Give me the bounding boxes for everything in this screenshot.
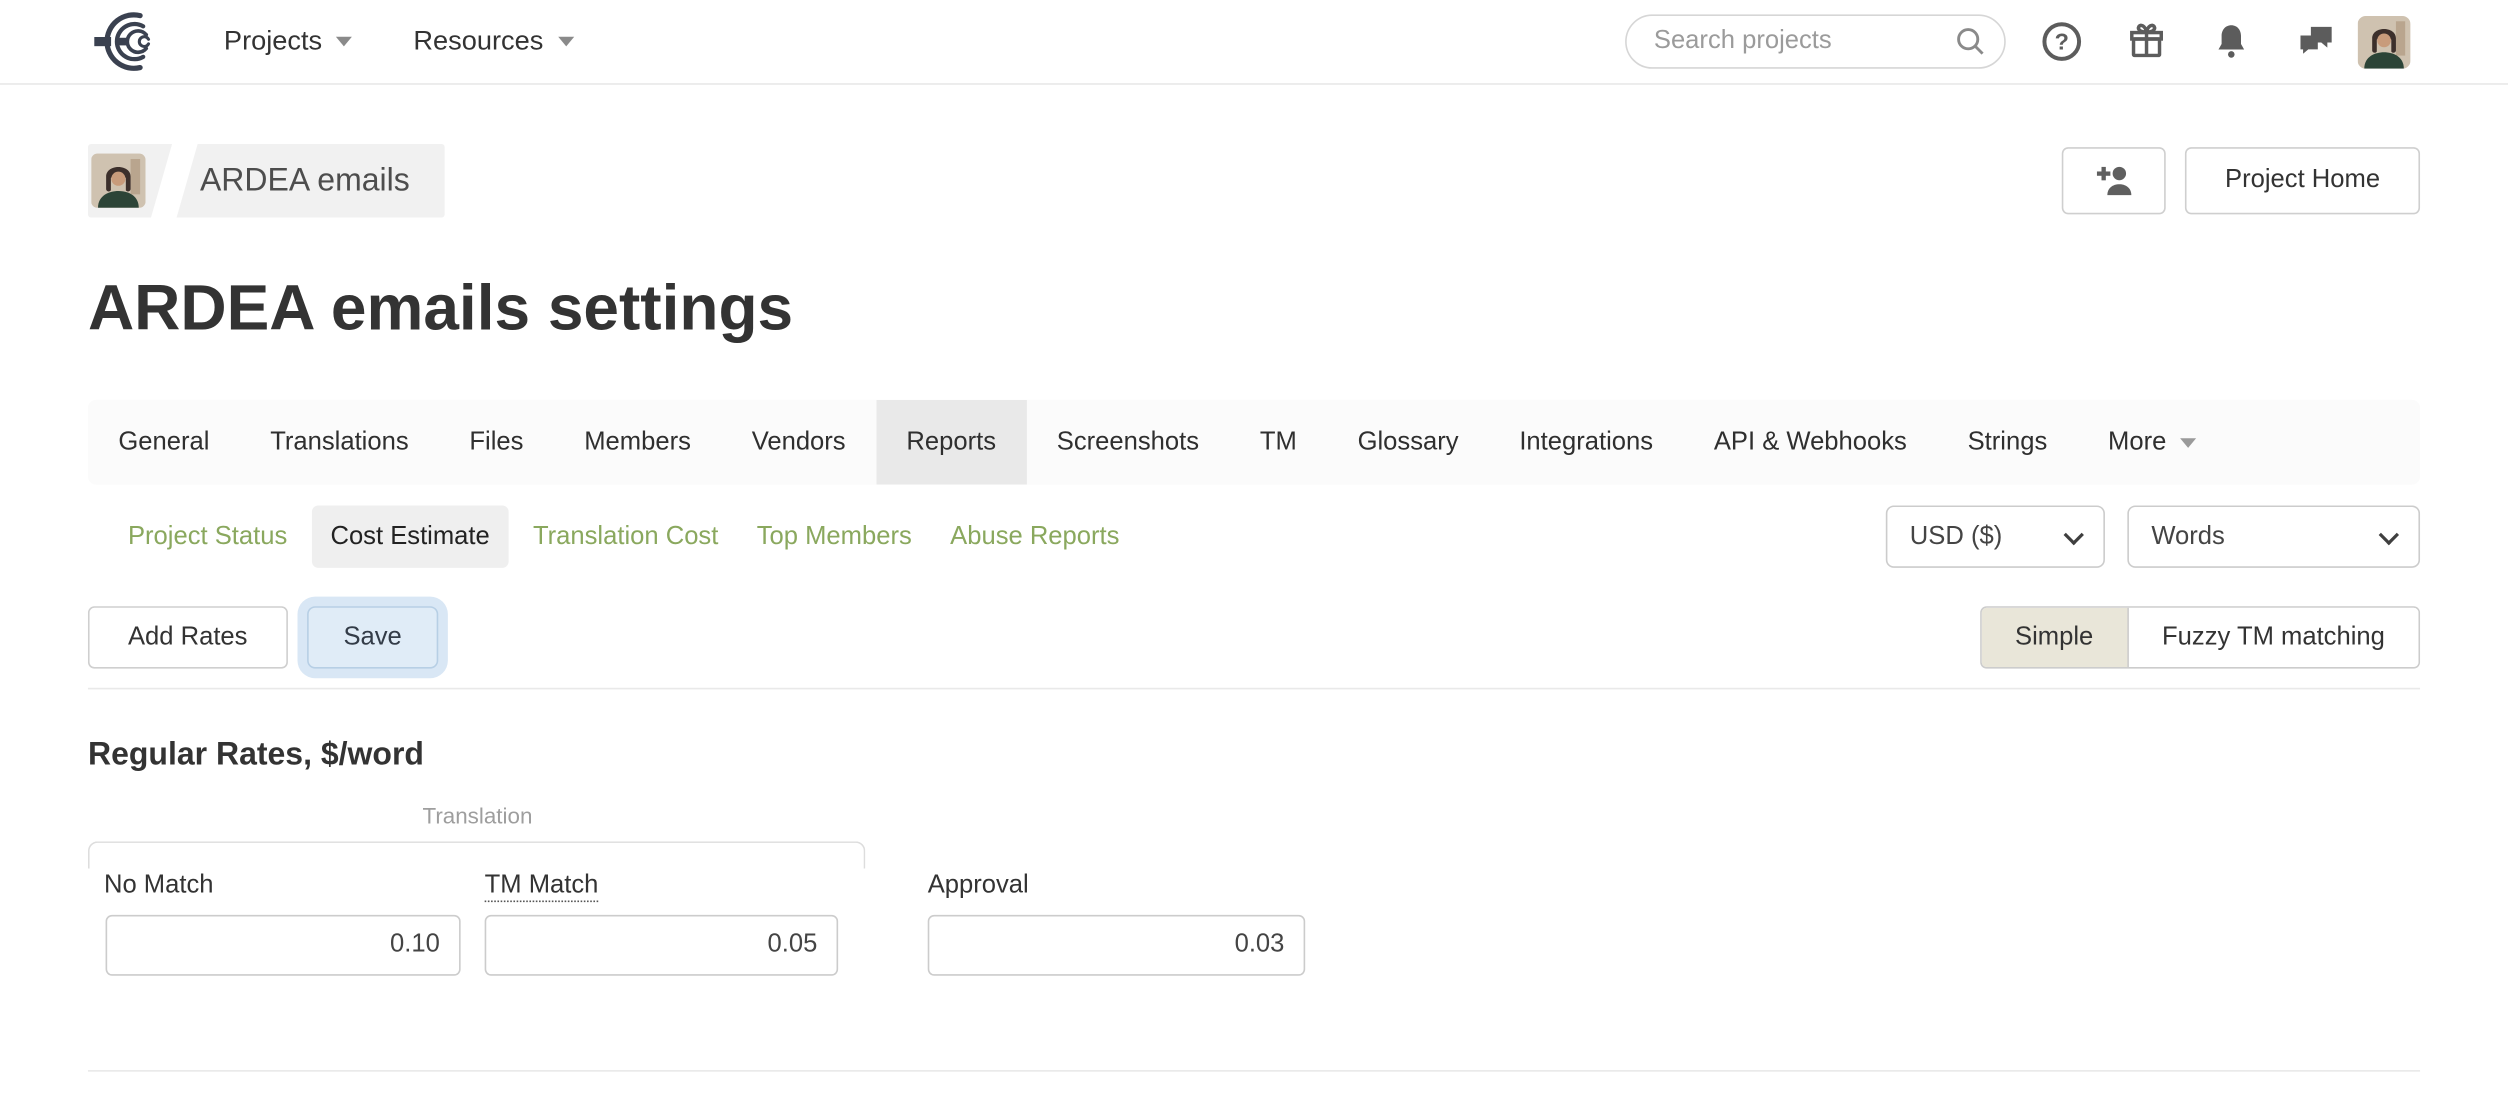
tab-api-webhooks[interactable]: API & Webhooks [1683, 400, 1937, 485]
tab-more[interactable]: More [2078, 400, 2227, 485]
section-bottom-divider [87, 1070, 2421, 1072]
project-owner-avatar [91, 153, 146, 208]
subtab-project-status[interactable]: Project Status [109, 505, 307, 567]
no-match-rate-input[interactable] [105, 914, 461, 976]
app-logo-icon[interactable] [93, 8, 160, 75]
nav-menu-resources-label: Resources [413, 25, 544, 56]
report-filters: USD ($) Words [1885, 505, 2421, 568]
tab-glossary[interactable]: Glossary [1327, 400, 1489, 485]
no-match-column-label: No Match [103, 871, 214, 899]
reports-subtabs: Project Status Cost Estimate Translation… [109, 505, 1139, 568]
breadcrumb[interactable]: ARDEA emails [87, 143, 445, 218]
tab-integrations[interactable]: Integrations [1489, 400, 1684, 485]
help-icon[interactable]: ? [2041, 21, 2083, 63]
currency-select-value: USD ($) [1909, 522, 2003, 550]
breadcrumb-slash-divider [151, 143, 198, 218]
tab-tm[interactable]: TM [1229, 400, 1327, 485]
invite-member-button[interactable] [2061, 147, 2166, 215]
tm-match-rate-input[interactable] [484, 914, 839, 976]
top-navigation-bar: Projects Resources ? [0, 0, 2508, 85]
bell-icon[interactable] [2211, 21, 2253, 63]
approval-column-label: Approval [927, 871, 1029, 899]
nav-menu-resources[interactable]: Resources [413, 25, 574, 58]
chevron-down-icon [2180, 437, 2197, 448]
gift-icon[interactable] [2126, 21, 2168, 63]
subtab-cost-estimate[interactable]: Cost Estimate [311, 505, 509, 568]
search-icon [1955, 26, 1987, 66]
tm-match-column-label: TM Match [484, 871, 599, 903]
project-search [1625, 14, 2006, 69]
user-avatar[interactable] [2357, 15, 2411, 68]
subtab-translation-cost[interactable]: Translation Cost [514, 505, 738, 567]
breadcrumb-project-name: ARDEA emails [199, 162, 410, 198]
save-button[interactable]: Save [306, 606, 439, 669]
translation-group-label: Translation [422, 802, 533, 829]
topbar-icons: ? [2041, 21, 2337, 63]
project-home-label: Project Home [2225, 166, 2381, 194]
svg-text:?: ? [2055, 29, 2069, 55]
subtab-top-members[interactable]: Top Members [738, 505, 931, 567]
search-input[interactable] [1625, 14, 2006, 69]
toolbar-divider [87, 687, 2421, 690]
translation-group-outline [87, 841, 866, 869]
unit-select-value: Words [2151, 522, 2225, 550]
breadcrumb-row: ARDEA emails Project Home [87, 143, 2421, 218]
chevron-down-icon [2378, 524, 2400, 546]
chevron-down-icon [2063, 524, 2084, 546]
tab-vendors[interactable]: Vendors [721, 400, 876, 485]
nav-menu-projects[interactable]: Projects [224, 26, 353, 58]
toggle-option-simple[interactable]: Simple [1981, 607, 2129, 667]
tab-strings[interactable]: Strings [1937, 400, 2077, 485]
chevron-down-icon [336, 36, 353, 47]
approval-rate-input[interactable] [927, 914, 1306, 976]
rates-mode-toggle: Simple Fuzzy TM matching [1979, 606, 2421, 669]
toggle-option-fuzzy-tm[interactable]: Fuzzy TM matching [2128, 607, 2419, 667]
tab-general[interactable]: General [88, 400, 240, 485]
page-content: ARDEA emails Project Home ARDEA emails s… [0, 143, 2508, 1072]
rates-table: Translation No Match TM Match Approval [87, 802, 2420, 982]
page-title: ARDEA emails settings [87, 273, 794, 344]
unit-select[interactable]: Words [2127, 505, 2421, 568]
tab-translations[interactable]: Translations [240, 400, 439, 485]
currency-select[interactable]: USD ($) [1885, 505, 2105, 568]
chat-icon[interactable] [2295, 21, 2337, 63]
rates-toolbar-left: Add Rates Save [87, 606, 439, 669]
add-rates-button[interactable]: Add Rates [87, 606, 288, 669]
tab-members[interactable]: Members [554, 400, 721, 485]
tab-screenshots[interactable]: Screenshots [1026, 400, 1229, 485]
header-actions: Project Home [2061, 147, 2421, 215]
reports-subnav-row: Project Status Cost Estimate Translation… [88, 505, 2421, 568]
settings-tabs: General Translations Files Members Vendo… [87, 399, 2421, 485]
nav-menu-projects-label: Projects [223, 25, 323, 56]
chevron-down-icon [557, 36, 574, 47]
tab-files[interactable]: Files [439, 400, 554, 485]
rates-section-heading: Regular Rates, $/word [87, 737, 424, 773]
subtab-abuse-reports[interactable]: Abuse Reports [931, 505, 1139, 567]
tab-reports[interactable]: Reports [876, 399, 1027, 485]
project-home-button[interactable]: Project Home [2185, 147, 2421, 215]
rates-toolbar: Add Rates Save Simple Fuzzy TM matching [87, 606, 2421, 669]
primary-nav: Projects Resources [224, 26, 574, 58]
